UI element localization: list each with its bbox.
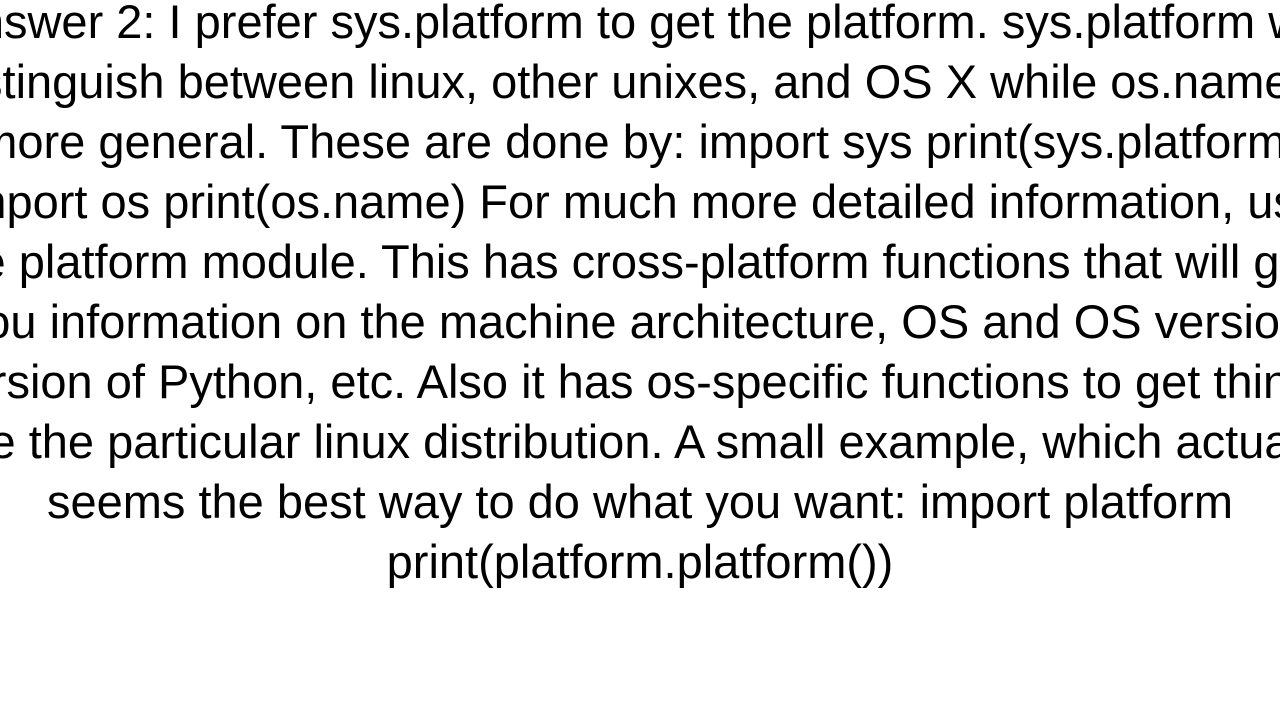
document-viewport: Answer 2: I prefer sys.platform to get t… [0, 0, 1280, 720]
answer-body-text: Answer 2: I prefer sys.platform to get t… [0, 0, 1280, 592]
